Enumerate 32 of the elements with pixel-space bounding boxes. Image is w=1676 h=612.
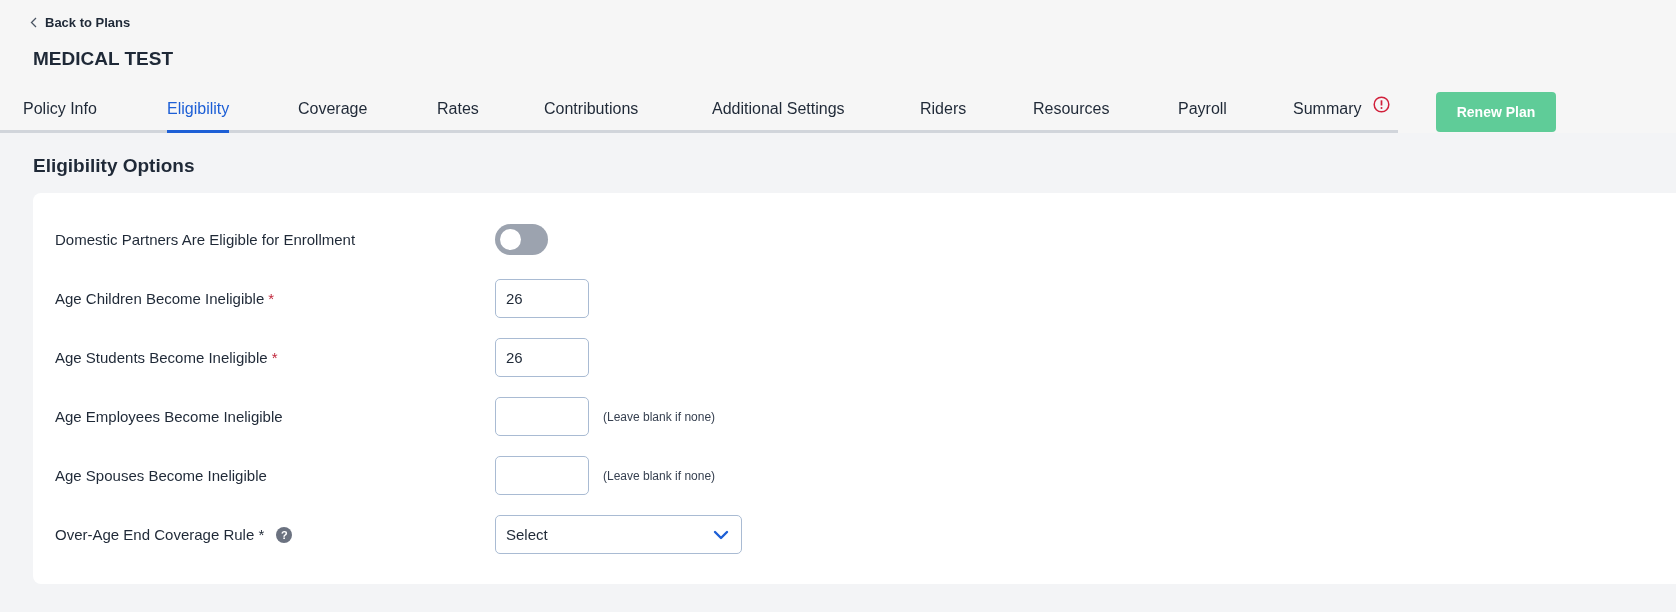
toggle-switch[interactable] bbox=[495, 224, 548, 255]
hint-text: (Leave blank if none) bbox=[603, 409, 716, 424]
tab[interactable]: Summary bbox=[1293, 100, 1362, 133]
back-link[interactable]: Back to Plans bbox=[30, 15, 131, 30]
tab[interactable]: Contributions bbox=[544, 100, 639, 133]
field-label: Age Spouses Become Ineligible bbox=[55, 467, 267, 484]
field-label: Age Children Become Ineligible bbox=[55, 290, 265, 307]
required-asterisk: * bbox=[271, 349, 278, 366]
tab[interactable]: Rates bbox=[437, 100, 479, 133]
required-asterisk: * bbox=[268, 290, 275, 307]
tab[interactable]: Riders bbox=[920, 100, 967, 133]
field-label: Age Employees Become Ineligible bbox=[55, 408, 283, 425]
field-label: Age Students Become Ineligible bbox=[55, 349, 268, 366]
number-input[interactable] bbox=[495, 456, 589, 495]
tab[interactable]: Additional Settings bbox=[712, 100, 845, 133]
hint-text: (Leave blank if none) bbox=[603, 468, 716, 483]
field-label: Over-Age End Coverage Rule * bbox=[55, 526, 265, 543]
tab[interactable]: Payroll bbox=[1178, 100, 1227, 133]
chevron-down-icon bbox=[713, 529, 729, 540]
select-dropdown[interactable]: Select bbox=[495, 515, 742, 554]
number-input[interactable] bbox=[495, 397, 589, 436]
chevron-left-icon bbox=[30, 17, 37, 28]
tab[interactable]: Resources bbox=[1033, 100, 1110, 133]
tab[interactable]: Eligibility bbox=[167, 100, 230, 133]
number-input[interactable]: 26 bbox=[495, 338, 589, 377]
tab[interactable]: Policy Info bbox=[23, 100, 97, 133]
section-title: Eligibility Options bbox=[33, 155, 196, 177]
help-icon[interactable]: ? bbox=[276, 526, 293, 543]
field-label: Domestic Partners Are Eligible for Enrollment bbox=[55, 231, 356, 248]
number-input[interactable]: 26 bbox=[495, 279, 589, 318]
plan-title: MEDICAL TEST bbox=[33, 48, 175, 70]
tab[interactable]: Coverage bbox=[298, 100, 368, 133]
